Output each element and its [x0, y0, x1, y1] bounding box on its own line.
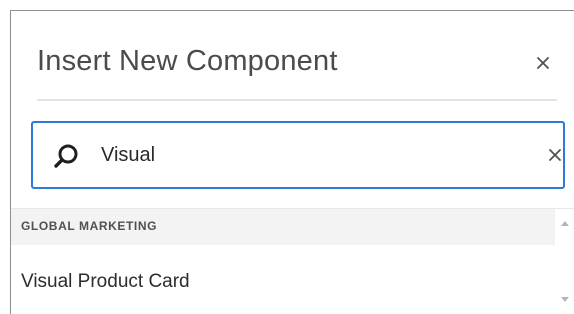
result-item-visual-product-card[interactable]: Visual Product Card — [11, 245, 555, 307]
scroll-down-arrow-icon[interactable] — [561, 297, 569, 302]
clear-search-button[interactable] — [546, 146, 564, 164]
dialog-title: Insert New Component — [37, 45, 338, 77]
close-icon — [537, 57, 549, 69]
scroll-up-arrow-icon[interactable] — [561, 221, 569, 226]
results-scrollbar[interactable] — [555, 209, 574, 314]
close-button[interactable] — [533, 53, 553, 73]
result-item-label: Visual Product Card — [21, 271, 190, 292]
insert-component-dialog: Insert New Component GLOBAL MARKETING Vi… — [10, 10, 574, 314]
clear-icon — [549, 149, 561, 161]
header-divider — [37, 99, 557, 101]
group-label: GLOBAL MARKETING — [21, 219, 158, 233]
search-input[interactable] — [101, 137, 481, 173]
search-icon — [54, 144, 78, 168]
group-header: GLOBAL MARKETING — [11, 209, 555, 245]
results-list: GLOBAL MARKETING Visual Product Card — [11, 208, 574, 314]
dialog-header: Insert New Component — [11, 11, 574, 111]
search-field[interactable] — [31, 121, 565, 189]
